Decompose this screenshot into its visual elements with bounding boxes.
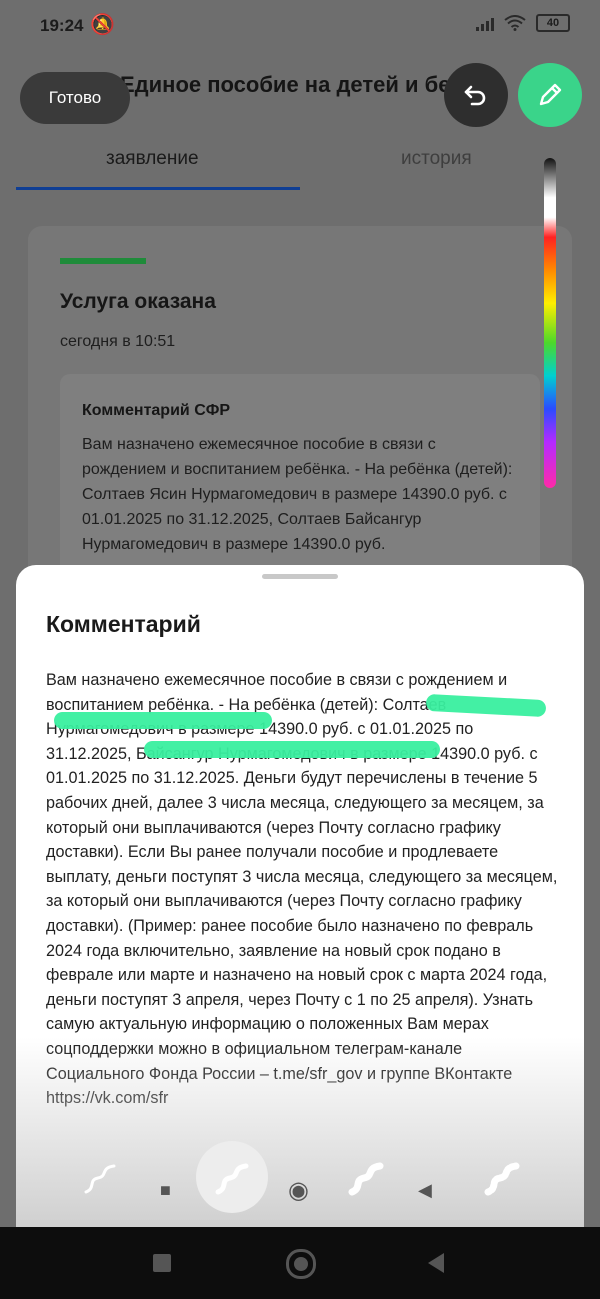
screen: 19:24 🔕 40 ← Единое пособие на детей и б… — [0, 0, 600, 1299]
status-title: Услуга оказана — [60, 290, 216, 313]
tab-bar: заявление история — [16, 138, 584, 192]
color-picker-slider[interactable] — [544, 158, 556, 488]
overlay-back-icon: ◀ — [418, 1180, 432, 1200]
status-date: сегодня в 10:51 — [60, 333, 176, 350]
home-icon[interactable] — [286, 1249, 316, 1279]
brush-thin-icon[interactable] — [80, 1160, 120, 1200]
mute-icon: 🔕 — [90, 14, 115, 36]
overlay-home-icon: ◉ — [288, 1177, 309, 1204]
comment-box-text: Вам назначено ежемесячное пособие в связ… — [82, 436, 513, 553]
done-button[interactable]: Готово — [20, 72, 130, 124]
marker-stroke — [54, 712, 272, 729]
comment-box-title: Комментарий СФР — [82, 402, 231, 419]
system-nav-bar — [0, 1227, 600, 1299]
battery-icon: 40 — [536, 14, 570, 32]
status-time: 19:24 — [40, 16, 84, 35]
status-accent-bar — [60, 258, 146, 264]
undo-button[interactable] — [444, 63, 508, 127]
back-icon[interactable] — [428, 1253, 444, 1273]
status-icons: 40 — [476, 14, 570, 32]
brush-thick-icon[interactable] — [346, 1160, 386, 1200]
tab-application[interactable]: заявление — [106, 148, 199, 170]
signal-icon — [476, 15, 494, 31]
comment-bottom-sheet: Комментарий Вам назначено ежемесячное по… — [16, 565, 584, 1227]
marker-stroke — [144, 741, 440, 758]
recents-icon[interactable] — [153, 1254, 171, 1272]
status-bar: 19:24 🔕 40 — [0, 0, 600, 52]
brush-toolbar: ■ ◉ ◀ — [16, 1140, 584, 1227]
undo-icon — [464, 85, 486, 106]
tab-history[interactable]: история — [401, 148, 472, 170]
sheet-handle[interactable] — [262, 574, 338, 579]
brush-pattern-icon[interactable] — [482, 1160, 522, 1200]
sheet-title: Комментарий — [46, 611, 201, 637]
tab-underline — [16, 187, 300, 190]
wifi-icon — [504, 15, 526, 31]
pen-button[interactable] — [518, 63, 582, 127]
pen-icon — [539, 83, 562, 106]
overlay-recents-icon: ■ — [160, 1180, 171, 1200]
brush-medium-icon[interactable] — [212, 1160, 252, 1200]
